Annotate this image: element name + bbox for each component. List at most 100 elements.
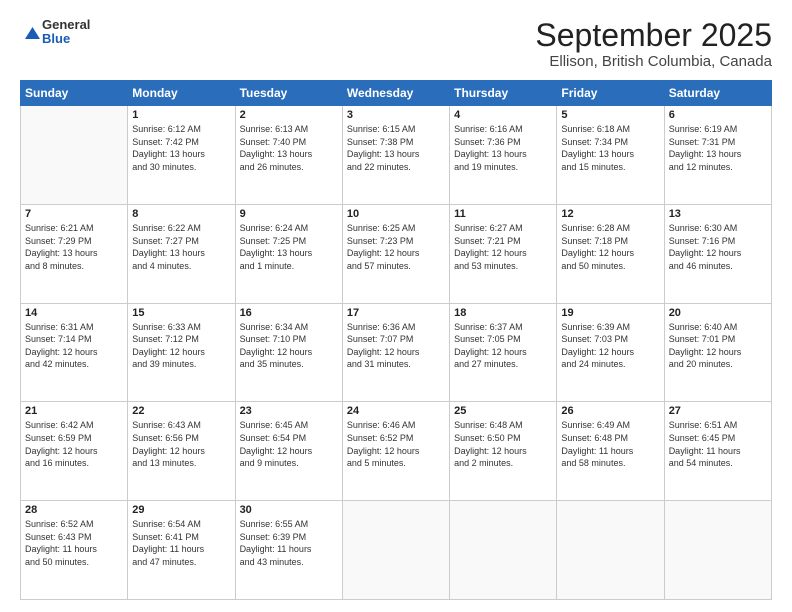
calendar-cell: 11 Sunrise: 6:27 AMSunset: 7:21 PMDayligh…: [450, 204, 557, 303]
day-info: Sunrise: 6:36 AMSunset: 7:07 PMDaylight:…: [347, 321, 445, 371]
calendar-cell: 2 Sunrise: 6:13 AMSunset: 7:40 PMDaylight…: [235, 106, 342, 205]
calendar-cell: 6 Sunrise: 6:19 AMSunset: 7:31 PMDaylight…: [664, 106, 771, 205]
calendar-cell: 19 Sunrise: 6:39 AMSunset: 7:03 PMDayligh…: [557, 303, 664, 402]
day-number: 16: [240, 307, 338, 319]
day-number: 19: [561, 307, 659, 319]
day-info: Sunrise: 6:24 AMSunset: 7:25 PMDaylight:…: [240, 222, 338, 272]
day-number: 26: [561, 405, 659, 417]
day-number: 13: [669, 208, 767, 220]
day-number: 18: [454, 307, 552, 319]
calendar-cell: 8 Sunrise: 6:22 AMSunset: 7:27 PMDaylight…: [128, 204, 235, 303]
day-number: 10: [347, 208, 445, 220]
day-info: Sunrise: 6:43 AMSunset: 6:56 PMDaylight:…: [132, 419, 230, 469]
calendar-cell: 18 Sunrise: 6:37 AMSunset: 7:05 PMDayligh…: [450, 303, 557, 402]
day-number: 15: [132, 307, 230, 319]
day-info: Sunrise: 6:48 AMSunset: 6:50 PMDaylight:…: [454, 419, 552, 469]
logo-icon: [22, 24, 40, 42]
calendar-week-row: 21 Sunrise: 6:42 AMSunset: 6:59 PMDayligh…: [21, 402, 772, 501]
calendar-day-header: Saturday: [664, 81, 771, 106]
day-number: 2: [240, 109, 338, 121]
day-info: Sunrise: 6:31 AMSunset: 7:14 PMDaylight:…: [25, 321, 123, 371]
calendar-day-header: Wednesday: [342, 81, 449, 106]
calendar-day-header: Tuesday: [235, 81, 342, 106]
title-block: September 2025 Ellison, British Columbia…: [535, 18, 772, 70]
calendar-week-row: 28Sunrise: 6:52 AMSunset: 6:43 PMDayligh…: [21, 501, 772, 600]
day-info: Sunrise: 6:16 AMSunset: 7:36 PMDaylight:…: [454, 123, 552, 173]
calendar-cell: [450, 501, 557, 600]
day-number: 25: [454, 405, 552, 417]
calendar-cell: 10 Sunrise: 6:25 AMSunset: 7:23 PMDayligh…: [342, 204, 449, 303]
calendar-cell: [557, 501, 664, 600]
day-info: Sunrise: 6:54 AMSunset: 6:41 PMDaylight:…: [132, 518, 230, 568]
day-info: Sunrise: 6:39 AMSunset: 7:03 PMDaylight:…: [561, 321, 659, 371]
calendar-day-header: Sunday: [21, 81, 128, 106]
day-number: 7: [25, 208, 123, 220]
day-info: Sunrise: 6:28 AMSunset: 7:18 PMDaylight:…: [561, 222, 659, 272]
day-number: 6: [669, 109, 767, 121]
calendar-cell: 14 Sunrise: 6:31 AMSunset: 7:14 PMDayligh…: [21, 303, 128, 402]
day-number: 14: [25, 307, 123, 319]
calendar-cell: 24 Sunrise: 6:46 AMSunset: 6:52 PMDayligh…: [342, 402, 449, 501]
logo-blue: Blue: [42, 32, 90, 46]
calendar-cell: 7 Sunrise: 6:21 AMSunset: 7:29 PMDaylight…: [21, 204, 128, 303]
day-info: Sunrise: 6:30 AMSunset: 7:16 PMDaylight:…: [669, 222, 767, 272]
calendar-cell: 29 Sunrise: 6:54 AMSunset: 6:41 PMDayligh…: [128, 501, 235, 600]
day-number: 21: [25, 405, 123, 417]
logo: General Blue: [20, 18, 90, 47]
calendar-cell: 5 Sunrise: 6:18 AMSunset: 7:34 PMDaylight…: [557, 106, 664, 205]
calendar-cell: 12 Sunrise: 6:28 AMSunset: 7:18 PMDayligh…: [557, 204, 664, 303]
page-subtitle: Ellison, British Columbia, Canada: [535, 53, 772, 70]
day-number: 1: [132, 109, 230, 121]
page-title: September 2025: [535, 18, 772, 53]
day-number: 23: [240, 405, 338, 417]
day-info: Sunrise: 6:52 AMSunset: 6:43 PMDaylight:…: [25, 518, 123, 568]
calendar-header-row: SundayMondayTuesdayWednesdayThursdayFrid…: [21, 81, 772, 106]
calendar-week-row: 7 Sunrise: 6:21 AMSunset: 7:29 PMDaylight…: [21, 204, 772, 303]
day-info: Sunrise: 6:25 AMSunset: 7:23 PMDaylight:…: [347, 222, 445, 272]
day-info: Sunrise: 6:46 AMSunset: 6:52 PMDaylight:…: [347, 419, 445, 469]
calendar-cell: 9Sunrise: 6:24 AMSunset: 7:25 PMDaylight…: [235, 204, 342, 303]
calendar-day-header: Thursday: [450, 81, 557, 106]
day-info: Sunrise: 6:18 AMSunset: 7:34 PMDaylight:…: [561, 123, 659, 173]
calendar-cell: 27Sunrise: 6:51 AMSunset: 6:45 PMDayligh…: [664, 402, 771, 501]
calendar-cell: 13 Sunrise: 6:30 AMSunset: 7:16 PMDayligh…: [664, 204, 771, 303]
calendar-cell: 3Sunrise: 6:15 AMSunset: 7:38 PMDaylight…: [342, 106, 449, 205]
day-info: Sunrise: 6:49 AMSunset: 6:48 PMDaylight:…: [561, 419, 659, 469]
day-number: 11: [454, 208, 552, 220]
day-info: Sunrise: 6:21 AMSunset: 7:29 PMDaylight:…: [25, 222, 123, 272]
calendar-cell: 16 Sunrise: 6:34 AMSunset: 7:10 PMDayligh…: [235, 303, 342, 402]
calendar-cell: 26 Sunrise: 6:49 AMSunset: 6:48 PMDayligh…: [557, 402, 664, 501]
day-info: Sunrise: 6:15 AMSunset: 7:38 PMDaylight:…: [347, 123, 445, 173]
day-number: 5: [561, 109, 659, 121]
calendar-day-header: Monday: [128, 81, 235, 106]
calendar-day-header: Friday: [557, 81, 664, 106]
day-info: Sunrise: 6:55 AMSunset: 6:39 PMDaylight:…: [240, 518, 338, 568]
day-number: 12: [561, 208, 659, 220]
day-info: Sunrise: 6:37 AMSunset: 7:05 PMDaylight:…: [454, 321, 552, 371]
day-info: Sunrise: 6:19 AMSunset: 7:31 PMDaylight:…: [669, 123, 767, 173]
day-info: Sunrise: 6:27 AMSunset: 7:21 PMDaylight:…: [454, 222, 552, 272]
day-number: 24: [347, 405, 445, 417]
day-info: Sunrise: 6:33 AMSunset: 7:12 PMDaylight:…: [132, 321, 230, 371]
header: General Blue September 2025 Ellison, Bri…: [20, 18, 772, 70]
calendar-cell: 15 Sunrise: 6:33 AMSunset: 7:12 PMDayligh…: [128, 303, 235, 402]
day-info: Sunrise: 6:40 AMSunset: 7:01 PMDaylight:…: [669, 321, 767, 371]
page: General Blue September 2025 Ellison, Bri…: [0, 0, 792, 612]
calendar-cell: 4 Sunrise: 6:16 AMSunset: 7:36 PMDaylight…: [450, 106, 557, 205]
calendar-cell: [342, 501, 449, 600]
calendar-cell: 17Sunrise: 6:36 AMSunset: 7:07 PMDayligh…: [342, 303, 449, 402]
day-info: Sunrise: 6:34 AMSunset: 7:10 PMDaylight:…: [240, 321, 338, 371]
calendar-cell: 30 Sunrise: 6:55 AMSunset: 6:39 PMDayligh…: [235, 501, 342, 600]
calendar-cell: [664, 501, 771, 600]
calendar-cell: 23Sunrise: 6:45 AMSunset: 6:54 PMDayligh…: [235, 402, 342, 501]
day-number: 4: [454, 109, 552, 121]
calendar-cell: 22Sunrise: 6:43 AMSunset: 6:56 PMDayligh…: [128, 402, 235, 501]
day-info: Sunrise: 6:42 AMSunset: 6:59 PMDaylight:…: [25, 419, 123, 469]
day-number: 8: [132, 208, 230, 220]
day-info: Sunrise: 6:22 AMSunset: 7:27 PMDaylight:…: [132, 222, 230, 272]
calendar-cell: 28Sunrise: 6:52 AMSunset: 6:43 PMDayligh…: [21, 501, 128, 600]
day-number: 30: [240, 504, 338, 516]
day-number: 29: [132, 504, 230, 516]
day-info: Sunrise: 6:13 AMSunset: 7:40 PMDaylight:…: [240, 123, 338, 173]
day-number: 20: [669, 307, 767, 319]
